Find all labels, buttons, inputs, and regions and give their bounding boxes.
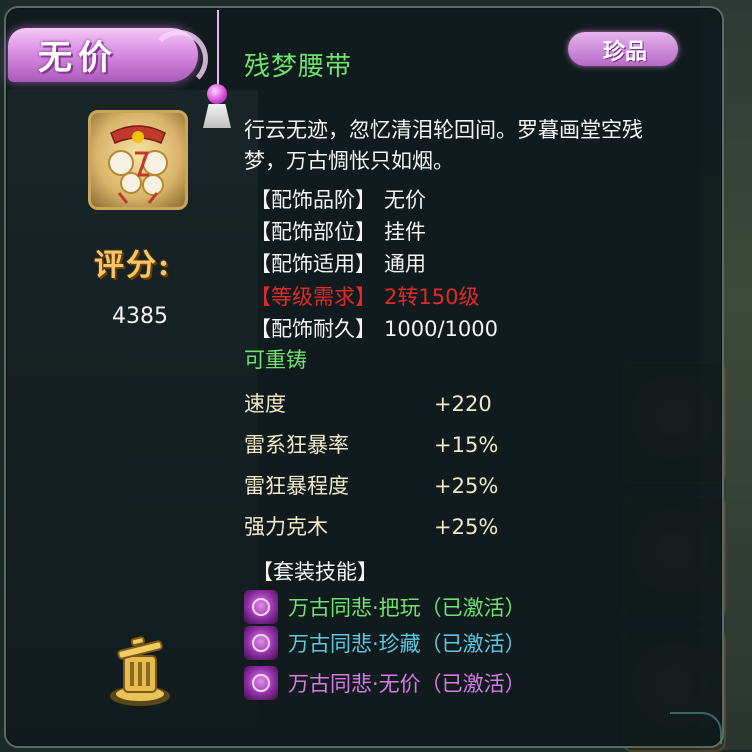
score-value: 4385 bbox=[112, 304, 168, 329]
set-skill-icon bbox=[244, 590, 278, 624]
attribute-key: 【配饰耐久】 bbox=[250, 317, 376, 341]
attribute-value: 挂件 bbox=[384, 220, 426, 244]
item-name: 残梦腰带 bbox=[244, 52, 353, 82]
attribute-value: 通用 bbox=[384, 252, 426, 276]
stat-row: 速度 +220 bbox=[244, 388, 492, 418]
attribute-value: 无价 bbox=[384, 188, 426, 212]
set-skill-icon bbox=[244, 626, 278, 660]
trash-icon[interactable] bbox=[100, 630, 180, 710]
item-description: 行云无迹，忽忆清泪轮回间。罗暮画堂空残梦，万古惆怅只如烟。 bbox=[244, 118, 643, 173]
attribute-key: 【配饰适用】 bbox=[250, 252, 376, 276]
attribute-value: 2转150级 bbox=[384, 285, 480, 309]
set-skill-icon bbox=[244, 666, 278, 700]
attribute-row: 【配饰部位】 挂件 bbox=[250, 216, 426, 246]
score-label: 评分: bbox=[94, 248, 172, 283]
attribute-row: 【配饰品阶】 无价 bbox=[250, 184, 426, 214]
stat-name: 强力克木 bbox=[244, 515, 328, 539]
attribute-key: 【等级需求】 bbox=[250, 285, 376, 309]
stat-name: 雷系狂暴率 bbox=[244, 433, 349, 457]
rarity-badge-label: 珍品 bbox=[602, 39, 647, 65]
item-icon bbox=[88, 110, 188, 210]
stat-value: +220 bbox=[434, 392, 492, 416]
attribute-row: 【配饰耐久】 1000/1000 bbox=[250, 313, 498, 343]
pendant-string bbox=[217, 10, 219, 90]
stat-value: +15% bbox=[434, 433, 499, 457]
set-skill-label: 万古同悲·珍藏（已激活） bbox=[288, 632, 526, 656]
set-skill-label: 万古同悲·无价（已激活） bbox=[288, 672, 526, 696]
set-skills-header: 【套装技能】 bbox=[252, 560, 378, 584]
reforge-label: 可重铸 bbox=[244, 348, 307, 372]
attribute-row: 【配饰适用】 通用 bbox=[250, 248, 426, 278]
stat-name: 速度 bbox=[244, 392, 286, 416]
attribute-key: 【配饰品阶】 bbox=[250, 188, 376, 212]
stat-name: 雷狂暴程度 bbox=[244, 474, 349, 498]
corner-ornament-icon bbox=[670, 712, 722, 744]
attribute-value: 1000/1000 bbox=[384, 317, 498, 341]
stat-row: 雷狂暴程度 +25% bbox=[244, 470, 498, 500]
attribute-key: 【配饰部位】 bbox=[250, 220, 376, 244]
attribute-row-level-requirement: 【等级需求】 2转150级 bbox=[250, 281, 479, 311]
quality-ribbon-label: 无价 bbox=[38, 38, 118, 78]
stat-row: 雷系狂暴率 +15% bbox=[244, 429, 498, 459]
stat-row: 强力克木 +25% bbox=[244, 511, 498, 541]
pendant-bead-icon bbox=[207, 84, 227, 104]
set-skill-label: 万古同悲·把玩（已激活） bbox=[288, 596, 526, 620]
stat-value: +25% bbox=[434, 515, 499, 539]
stat-value: +25% bbox=[434, 474, 499, 498]
